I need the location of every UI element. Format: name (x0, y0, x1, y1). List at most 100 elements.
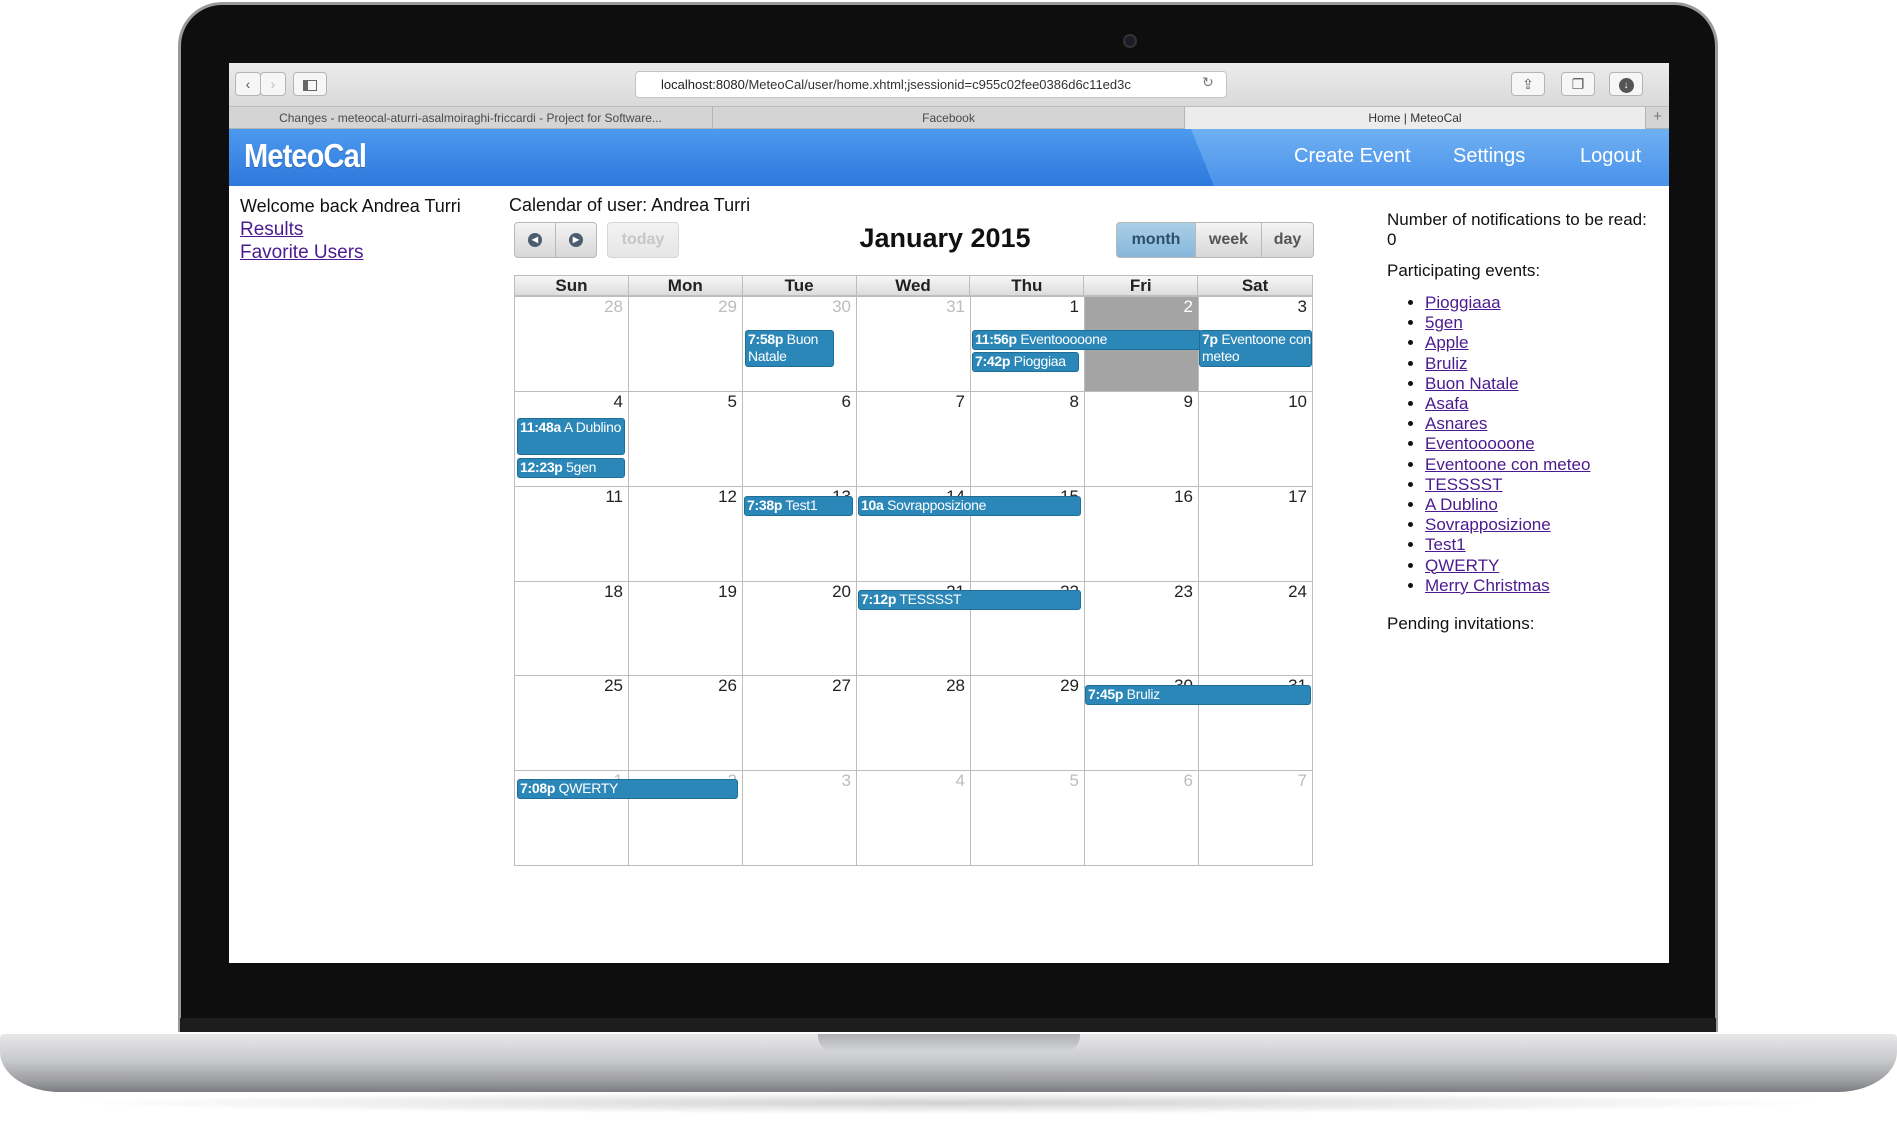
event-link[interactable]: Test1 (1425, 535, 1466, 554)
day-cell[interactable]: 29 (971, 676, 1085, 772)
event-time: 7:08p (520, 780, 556, 796)
day-number: 24 (1288, 581, 1307, 601)
event-link[interactable]: Eventoone con meteo (1425, 455, 1590, 474)
event-link[interactable]: Buon Natale (1425, 374, 1519, 393)
calendar-event[interactable]: 11:48a A Dublino (517, 418, 625, 455)
chevron-right-icon: ▶ (569, 232, 583, 247)
week-view-button[interactable]: week (1195, 222, 1262, 258)
event-link[interactable]: Asafa (1425, 394, 1468, 413)
day-cell[interactable]: 6 (743, 391, 857, 487)
day-number: 28 (946, 676, 965, 696)
list-item: TESSSST (1425, 475, 1657, 495)
calendar-event[interactable]: 11:56p Eventooooone (972, 330, 1202, 350)
day-cell[interactable]: 16 (1085, 486, 1199, 582)
back-button[interactable]: ‹ (235, 72, 261, 96)
calendar-event[interactable]: 10a Sovrapposizione (858, 496, 1081, 516)
day-cell[interactable]: 27 (743, 676, 857, 772)
day-cell[interactable]: 19 (629, 581, 743, 677)
calendar-event[interactable]: 7:08p QWERTY (517, 779, 738, 799)
list-item: Asnares (1425, 414, 1657, 434)
today-button[interactable]: today (607, 222, 679, 258)
day-number: 1 (1069, 297, 1079, 316)
day-cell[interactable]: 7 (857, 391, 971, 487)
day-cell[interactable]: 28 (515, 297, 629, 392)
day-cell[interactable]: 26 (629, 676, 743, 772)
event-link[interactable]: Sovrapposizione (1425, 515, 1551, 534)
day-cell[interactable]: 28 (857, 676, 971, 772)
logout-link[interactable]: Logout (1580, 145, 1641, 168)
event-time: 7:38p (747, 497, 783, 513)
day-cell[interactable]: 23 (1085, 581, 1199, 677)
day-number: 3 (1297, 297, 1307, 316)
day-number: 10 (1288, 391, 1307, 411)
day-cell[interactable]: 6 (1085, 771, 1199, 866)
list-item: Eventoone con meteo (1425, 455, 1657, 475)
weekday-label: Mon (629, 276, 743, 296)
day-cell[interactable]: 11 (515, 486, 629, 582)
sidebar-toggle-button[interactable] (293, 72, 327, 96)
month-view-button[interactable]: month (1116, 222, 1196, 258)
event-link[interactable]: TESSSST (1425, 475, 1502, 494)
settings-link[interactable]: Settings (1453, 145, 1525, 168)
laptop-notch (818, 1034, 1080, 1052)
welcome-text: Welcome back Andrea Turri (240, 196, 461, 216)
calendar-event[interactable]: 7:38p Test1 (744, 496, 853, 516)
favorite-users-link[interactable]: Favorite Users (240, 241, 461, 264)
event-link[interactable]: Apple (1425, 333, 1468, 352)
prev-month-button[interactable]: ◀ (514, 222, 556, 258)
day-cell[interactable]: 5 (971, 771, 1085, 866)
weekday-label: Wed (857, 276, 971, 296)
day-cell[interactable]: 18 (515, 581, 629, 677)
day-number: 11 (605, 486, 623, 506)
day-cell[interactable]: 8 (971, 391, 1085, 487)
event-link[interactable]: Asnares (1425, 414, 1487, 433)
download-icon: ↓ (1618, 77, 1634, 93)
day-cell[interactable]: 5 (629, 391, 743, 487)
weekday-label: Tue (743, 276, 857, 296)
day-cell[interactable]: 17 (1199, 486, 1313, 582)
day-cell[interactable]: 4 (857, 771, 971, 866)
event-title: Eventoone con meteo (1202, 331, 1311, 364)
results-link[interactable]: Results (240, 218, 461, 241)
next-month-button[interactable]: ▶ (555, 222, 597, 258)
day-cell[interactable]: 10 (1199, 391, 1313, 487)
calendar-event[interactable]: 12:23p 5gen (517, 458, 625, 478)
calendar-event[interactable]: 7p Eventoone con meteo (1199, 330, 1312, 367)
day-view-button[interactable]: day (1261, 222, 1314, 258)
share-button[interactable]: ⇪ (1511, 72, 1545, 96)
event-link[interactable]: Eventooooone (1425, 434, 1535, 453)
event-link[interactable]: QWERTY (1425, 556, 1499, 575)
day-cell[interactable]: 20 (743, 581, 857, 677)
event-link[interactable]: Bruliz (1425, 354, 1468, 373)
event-link[interactable]: Merry Christmas (1425, 576, 1550, 595)
day-cell[interactable]: 7 (1199, 771, 1313, 866)
event-link[interactable]: 5gen (1425, 313, 1463, 332)
calendar-event[interactable]: 7:58p Buon Natale (745, 330, 834, 367)
reload-icon[interactable]: ↻ (1202, 74, 1214, 91)
day-cell[interactable]: 31 (857, 297, 971, 392)
calendar-event[interactable]: 7:42p Pioggiaa (972, 352, 1079, 372)
create-event-link[interactable]: Create Event (1294, 145, 1411, 168)
tab-home-meteocal[interactable]: Home | MeteoCal (1185, 107, 1646, 129)
event-time: 11:56p (975, 331, 1017, 347)
tab-changes[interactable]: Changes - meteocal-aturri-asalmoiraghi-f… (229, 107, 713, 129)
new-tab-button[interactable]: + (1646, 107, 1669, 129)
forward-button[interactable]: › (260, 72, 286, 96)
calendar-event[interactable]: 7:45p Bruliz (1085, 685, 1311, 705)
tabs-button[interactable]: ❐ (1561, 72, 1595, 96)
tab-facebook[interactable]: Facebook (713, 107, 1185, 129)
day-cell[interactable]: 12 (629, 486, 743, 582)
event-link[interactable]: Pioggiaaa (1425, 293, 1501, 312)
day-cell[interactable]: 3 (743, 771, 857, 866)
day-cell[interactable]: 25 (515, 676, 629, 772)
app-logo[interactable]: MeteoCal (244, 137, 367, 175)
day-cell[interactable]: 24 (1199, 581, 1313, 677)
event-link[interactable]: A Dublino (1425, 495, 1498, 514)
day-cell[interactable]: 29 (629, 297, 743, 392)
event-title: Eventooooone (1020, 331, 1108, 347)
day-cell[interactable]: 9 (1085, 391, 1199, 487)
calendar-event[interactable]: 7:12p TESSSST (858, 590, 1081, 610)
address-bar[interactable]: localhost:8080/MeteoCal/user/home.xhtml;… (635, 71, 1227, 98)
url-host: localhost:8080 (661, 77, 745, 92)
downloads-button[interactable]: ↓ (1609, 72, 1643, 96)
